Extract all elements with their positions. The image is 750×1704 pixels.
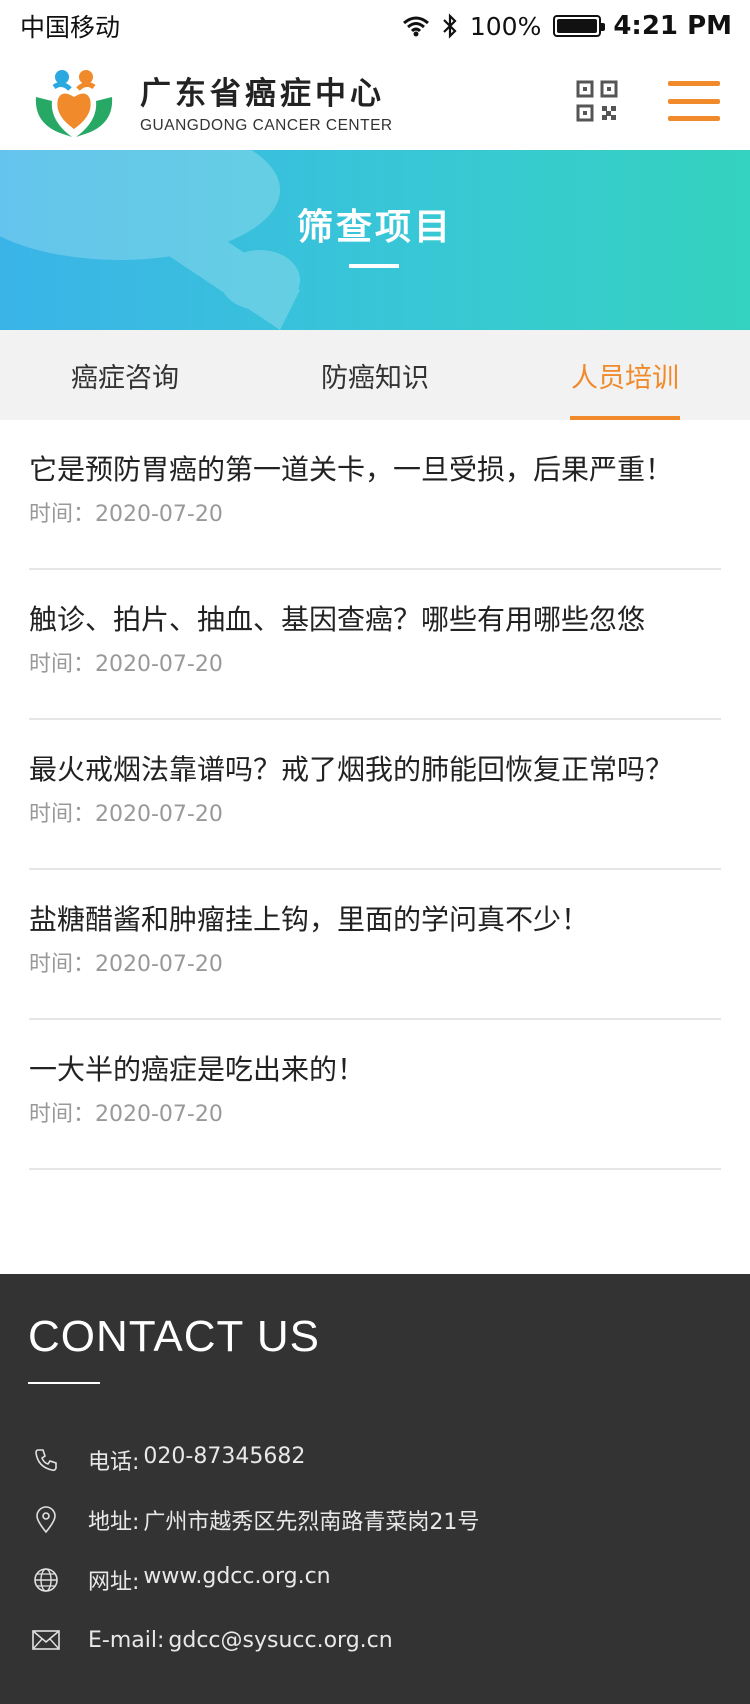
title-underline bbox=[349, 264, 399, 268]
footer-title-underline bbox=[28, 1382, 100, 1384]
list-item[interactable]: 盐糖醋酱和肿瘤挂上钩，里面的学问真不少！ 时间：2020-07-20 bbox=[29, 870, 721, 1020]
battery-fill bbox=[557, 19, 598, 33]
article-date: 时间：2020-07-20 bbox=[29, 802, 223, 827]
contact-address: 地址: 广州市越秀区先烈南路青菜岗21号 bbox=[28, 1490, 722, 1550]
site-header: 广东省癌症中心 GUANGDONG CANCER CENTER bbox=[0, 52, 750, 150]
article-date: 时间：2020-07-20 bbox=[29, 952, 223, 977]
category-tabs: 癌症咨询 防癌知识 人员培训 bbox=[0, 330, 750, 420]
wifi-icon bbox=[402, 16, 429, 37]
article-title: 盐糖醋酱和肿瘤挂上钩，里面的学问真不少！ bbox=[29, 903, 590, 936]
battery-percent: 100% bbox=[469, 11, 542, 41]
tab-staff-training[interactable]: 人员培训 bbox=[500, 330, 750, 420]
contact-value: 广州市越秀区先烈南路青菜岗21号 bbox=[143, 1510, 480, 1535]
contact-value: gdcc@sysucc.org.cn bbox=[168, 1627, 393, 1653]
carrier-name: 中国移动 bbox=[20, 13, 121, 42]
contact-footer: CONTACT US 电话: 020-87345682 地址: 广州市越秀区先烈… bbox=[0, 1274, 750, 1704]
status-indicators: 100% 4:21 PM bbox=[402, 11, 732, 41]
article-title: 触诊、拍片、抽血、基因查癌？哪些有用哪些忽悠 bbox=[29, 603, 646, 636]
list-item[interactable]: 最火戒烟法靠谱吗？戒了烟我的肺能回恢复正常吗？ 时间：2020-07-20 bbox=[29, 720, 721, 870]
article-title: 一大半的癌症是吃出来的！ bbox=[29, 1053, 366, 1086]
contact-value: 020-87345682 bbox=[143, 1444, 306, 1469]
qr-code-icon[interactable] bbox=[576, 80, 618, 122]
menu-button[interactable] bbox=[668, 81, 720, 121]
contact-label: E-mail: bbox=[88, 1627, 165, 1653]
page-banner: 筛查项目 bbox=[0, 150, 750, 330]
brand-name-en: GUANGDONG CANCER CENTER bbox=[140, 116, 393, 134]
bluetooth-icon bbox=[443, 13, 457, 39]
article-date: 时间：2020-07-20 bbox=[29, 502, 223, 527]
contact-list: 电话: 020-87345682 地址: 广州市越秀区先烈南路青菜岗21号 网址… bbox=[28, 1430, 722, 1670]
article-list: 它是预防胃癌的第一道关卡，一旦受损，后果严重！ 时间：2020-07-20 触诊… bbox=[0, 420, 750, 1170]
article-title: 最火戒烟法靠谱吗？戒了烟我的肺能回恢复正常吗？ bbox=[29, 753, 674, 786]
contact-phone[interactable]: 电话: 020-87345682 bbox=[28, 1430, 722, 1490]
contact-value: www.gdcc.org.cn bbox=[143, 1564, 331, 1589]
status-bar: 中国移动 100% 4:21 PM bbox=[0, 0, 750, 52]
globe-icon bbox=[32, 1566, 60, 1594]
contact-label: 网址: bbox=[88, 1570, 140, 1595]
mail-icon bbox=[32, 1626, 60, 1654]
list-item[interactable]: 触诊、拍片、抽血、基因查癌？哪些有用哪些忽悠 时间：2020-07-20 bbox=[29, 570, 721, 720]
battery-icon bbox=[553, 15, 606, 37]
brand-name-cn: 广东省癌症中心 bbox=[140, 75, 385, 112]
logo-icon bbox=[35, 70, 113, 137]
article-title: 它是预防胃癌的第一道关卡，一旦受损，后果严重！ bbox=[29, 453, 674, 486]
menu-icon-line bbox=[668, 98, 720, 104]
page-title: 筛查项目 bbox=[296, 207, 453, 248]
phone-icon bbox=[32, 1446, 60, 1474]
location-icon bbox=[32, 1506, 60, 1534]
list-item[interactable]: 它是预防胃癌的第一道关卡，一旦受损，后果严重！ 时间：2020-07-20 bbox=[29, 420, 721, 570]
contact-email[interactable]: E-mail: gdcc@sysucc.org.cn bbox=[28, 1610, 722, 1670]
article-date: 时间：2020-07-20 bbox=[29, 652, 223, 677]
article-date: 时间：2020-07-20 bbox=[29, 1102, 223, 1127]
footer-title: CONTACT US bbox=[28, 1312, 320, 1361]
menu-icon-line bbox=[668, 116, 720, 121]
tab-cancer-prevention[interactable]: 防癌知识 bbox=[250, 330, 500, 420]
list-item[interactable]: 一大半的癌症是吃出来的！ 时间：2020-07-20 bbox=[29, 1020, 721, 1170]
brand-logo[interactable]: 广东省癌症中心 GUANGDONG CANCER CENTER bbox=[30, 63, 393, 139]
tab-cancer-consultation[interactable]: 癌症咨询 bbox=[0, 330, 250, 420]
contact-label: 地址: bbox=[88, 1510, 140, 1535]
contact-label: 电话: bbox=[88, 1450, 140, 1475]
clock: 4:21 PM bbox=[613, 11, 732, 41]
contact-website[interactable]: 网址: www.gdcc.org.cn bbox=[28, 1550, 722, 1610]
menu-icon-line bbox=[668, 81, 720, 86]
